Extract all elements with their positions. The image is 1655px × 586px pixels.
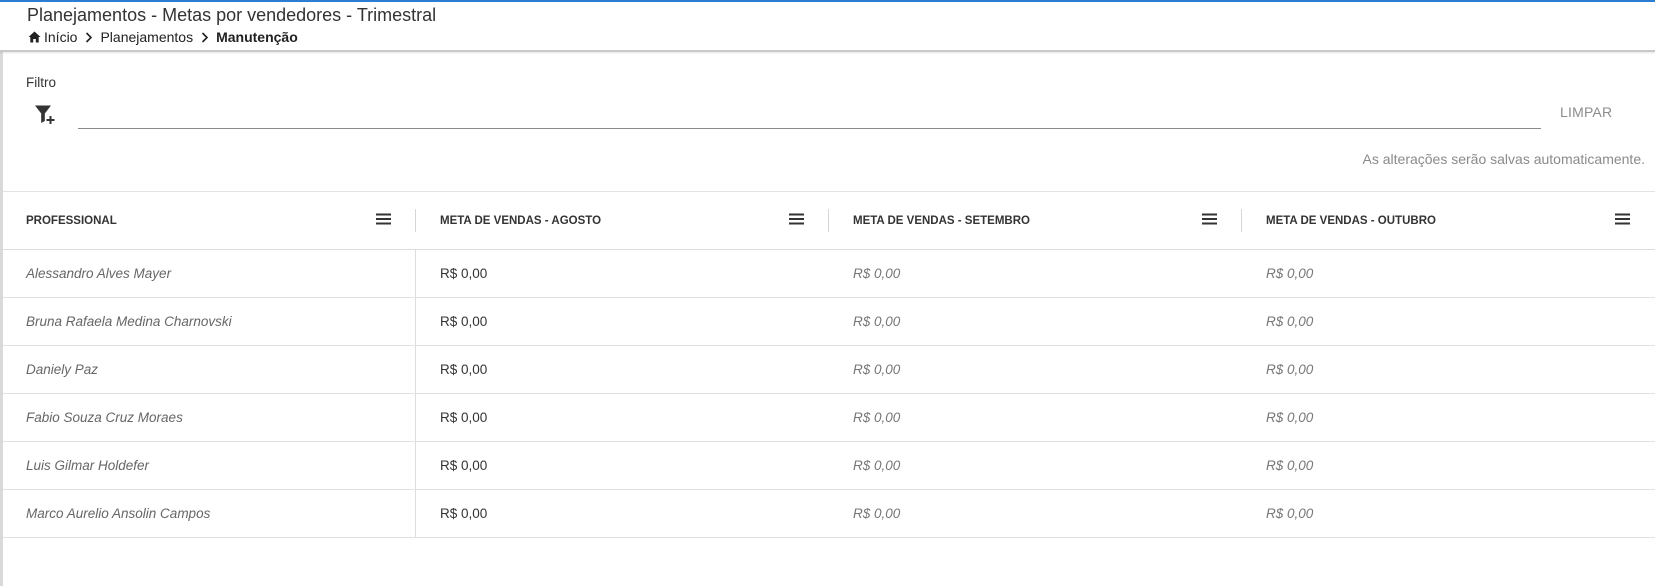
column-header-setembro[interactable]: META DE VENDAS - SETEMBRO — [829, 192, 1242, 249]
menu-icon[interactable] — [1615, 213, 1630, 225]
goal-september-cell: R$ 0,00 — [853, 362, 901, 377]
professional-cell: Marco Aurelio Ansolin Campos — [3, 490, 416, 537]
column-header-professional[interactable]: PROFESSIONAL — [3, 192, 416, 249]
chevron-right-icon — [85, 31, 93, 43]
autosave-note: As alterações serão salvas automaticamen… — [1362, 151, 1645, 167]
goal-august-cell[interactable]: R$ 0,00 — [416, 346, 829, 393]
table-row: Fabio Souza Cruz Moraes R$ 0,00 R$ 0,00 … — [3, 394, 1655, 442]
professional-cell: Daniely Paz — [3, 346, 416, 393]
column-header-label: META DE VENDAS - AGOSTO — [440, 214, 602, 227]
goal-september-cell: R$ 0,00 — [853, 458, 901, 473]
breadcrumb-home-label: Início — [44, 29, 78, 45]
chevron-right-icon — [201, 31, 209, 43]
breadcrumb-planejamentos[interactable]: Planejamentos — [100, 29, 193, 45]
breadcrumb-home[interactable]: Início — [28, 29, 77, 45]
goal-october-cell: R$ 0,00 — [1266, 410, 1314, 425]
filter-label: Filtro — [26, 75, 56, 90]
goal-august-cell[interactable]: R$ 0,00 — [416, 298, 829, 345]
page-header: Planejamentos - Metas por vendedores - T… — [0, 2, 1655, 52]
professional-cell: Bruna Rafaela Medina Charnovski — [3, 298, 416, 345]
clear-filter-button[interactable]: LIMPAR — [1560, 104, 1612, 120]
filter-input[interactable] — [78, 102, 1541, 129]
column-header-outubro[interactable]: META DE VENDAS - OUTUBRO — [1242, 192, 1655, 249]
goal-september-cell: R$ 0,00 — [853, 410, 901, 425]
breadcrumb: Início Planejamentos Manutenção — [28, 29, 298, 45]
table-row: Marco Aurelio Ansolin Campos R$ 0,00 R$ … — [3, 490, 1655, 538]
page-title: Planejamentos - Metas por vendedores - T… — [27, 5, 437, 25]
column-header-label: PROFESSIONAL — [26, 214, 117, 227]
page: Planejamentos - Metas por vendedores - T… — [0, 0, 1655, 586]
table-row: Alessandro Alves Mayer R$ 0,00 R$ 0,00 R… — [3, 250, 1655, 298]
goal-august-cell[interactable]: R$ 0,00 — [416, 394, 829, 441]
column-header-agosto[interactable]: META DE VENDAS - AGOSTO — [416, 192, 829, 249]
column-header-label: META DE VENDAS - SETEMBRO — [853, 214, 1030, 227]
menu-icon[interactable] — [789, 213, 804, 225]
professional-cell: Alessandro Alves Mayer — [3, 250, 416, 297]
table-header-row: PROFESSIONAL META DE VENDAS - AGOSTO MET… — [3, 192, 1655, 250]
column-header-label: META DE VENDAS - OUTUBRO — [1266, 214, 1436, 227]
breadcrumb-current-label: Manutenção — [216, 29, 298, 45]
table-row: Bruna Rafaela Medina Charnovski R$ 0,00 … — [3, 298, 1655, 346]
goal-october-cell: R$ 0,00 — [1266, 266, 1314, 281]
goal-august-cell[interactable]: R$ 0,00 — [416, 442, 829, 489]
goal-august-cell[interactable]: R$ 0,00 — [416, 250, 829, 297]
breadcrumb-current: Manutenção — [216, 29, 298, 45]
filter-add-icon[interactable] — [34, 104, 56, 131]
goal-august-cell[interactable]: R$ 0,00 — [416, 490, 829, 537]
goal-september-cell: R$ 0,00 — [853, 314, 901, 329]
professional-cell: Fabio Souza Cruz Moraes — [3, 394, 416, 441]
goal-october-cell: R$ 0,00 — [1266, 314, 1314, 329]
table-row: Daniely Paz R$ 0,00 R$ 0,00 R$ 0,00 — [3, 346, 1655, 394]
goal-september-cell: R$ 0,00 — [853, 506, 901, 521]
menu-icon[interactable] — [376, 213, 391, 225]
menu-icon[interactable] — [1202, 213, 1217, 225]
goals-table: PROFESSIONAL META DE VENDAS - AGOSTO MET… — [3, 191, 1655, 538]
home-icon — [28, 31, 41, 43]
professional-cell: Luis Gilmar Holdefer — [3, 442, 416, 489]
breadcrumb-planejamentos-label: Planejamentos — [100, 29, 194, 45]
goal-october-cell: R$ 0,00 — [1266, 506, 1314, 521]
goal-october-cell: R$ 0,00 — [1266, 458, 1314, 473]
goal-september-cell: R$ 0,00 — [853, 266, 901, 281]
table-row: Luis Gilmar Holdefer R$ 0,00 R$ 0,00 R$ … — [3, 442, 1655, 490]
goal-october-cell: R$ 0,00 — [1266, 362, 1314, 377]
